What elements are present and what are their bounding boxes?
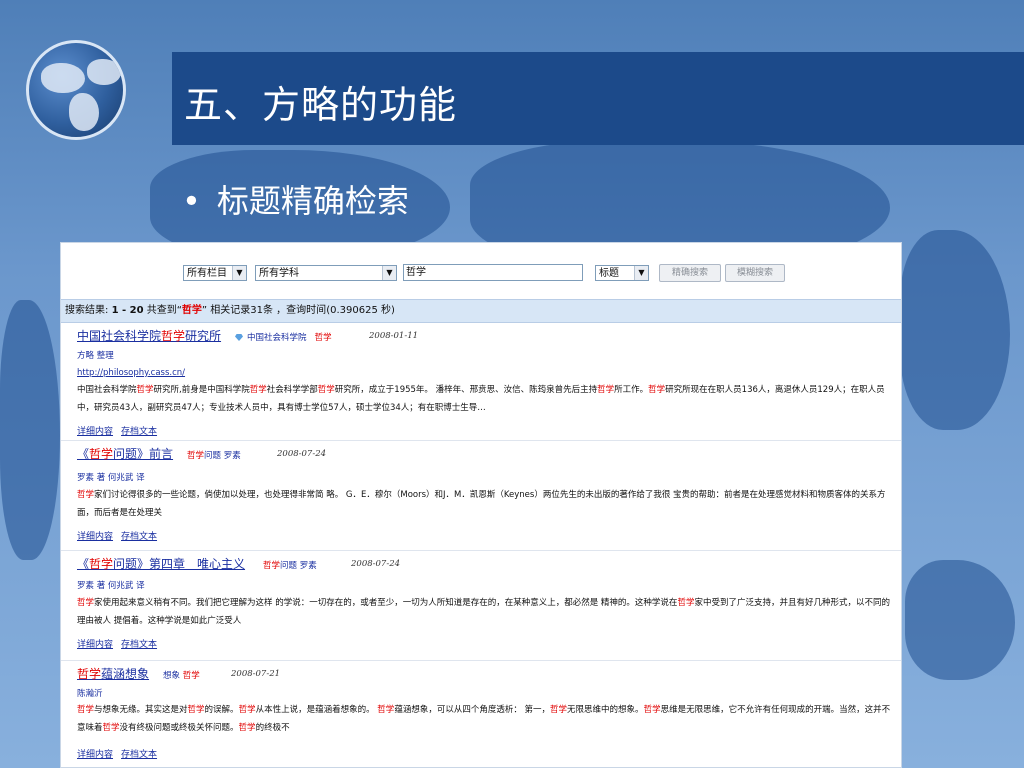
result-title[interactable]: 《哲学问题》第四章 唯心主义 <box>77 555 245 572</box>
detail-link[interactable]: 详细内容 <box>77 750 113 760</box>
subject-select[interactable]: 所有学科 ▼ <box>255 265 397 281</box>
abstract-text: 社会科学学部 <box>266 385 318 395</box>
keyword-highlight: 哲学 <box>377 705 395 715</box>
abstract-text: 研究所,前身是中国科学院 <box>153 385 250 395</box>
summary-term: 哲学 <box>181 305 202 316</box>
column-select[interactable]: 所有栏目 ▼ <box>183 265 247 281</box>
result-authors: 方略 整理 <box>77 351 114 361</box>
result-title[interactable]: 《哲学问题》前言 <box>77 445 173 462</box>
result-links: 详细内容 存档文本 <box>77 747 165 760</box>
result-meta: 哲学问题 罗素 <box>187 451 241 461</box>
chevron-down-icon: ▼ <box>382 266 396 280</box>
result-date: 2008-07-24 <box>351 559 401 569</box>
summary-prefix: 搜索结果: <box>65 305 112 316</box>
map-decoration <box>900 230 1010 430</box>
abstract-text: 中国社会科学院 <box>77 385 137 395</box>
keyword-highlight: 哲学 <box>648 385 666 395</box>
abstract-text: 没有终极问题或终极关怀问题。 <box>119 723 239 733</box>
abstract-text: 蕴涵想象，可以从四个角度透析： 第一， <box>394 705 551 715</box>
detail-link[interactable]: 详细内容 <box>77 532 113 542</box>
keyword-highlight: 哲学 <box>238 705 256 715</box>
map-decoration <box>0 300 60 560</box>
result-authors: 罗素 著 何兆武 译 <box>77 473 145 483</box>
result-abstract: 哲学与想象无缘。其实这是对哲学的误解。哲学从本性上说，是蕴涵着想象的。 哲学蕴涵… <box>77 701 892 737</box>
keyword-highlight: 哲学 <box>597 385 615 395</box>
keyword-highlight: 哲学 <box>317 385 335 395</box>
result-url[interactable]: http://philosophy.cass.cn/ <box>77 368 185 378</box>
abstract-text: 家使用起来意义稍有不同。我们把它理解为这样 的学说：一切存在的，或者至少，一切为… <box>94 598 678 608</box>
result-abstract: 中国社会科学院哲学研究所,前身是中国科学院哲学社会科学学部哲学研究所，成立于19… <box>77 381 892 417</box>
summary-time: (0.390625 秒) <box>326 305 395 316</box>
result-links: 详细内容 存档文本 <box>77 529 165 542</box>
archive-link[interactable]: 存档文本 <box>121 640 157 650</box>
detail-link[interactable]: 详细内容 <box>77 427 113 437</box>
abstract-text: 与想象无缘。其实这是对 <box>94 705 188 715</box>
bullet-text: 标题精确检索 <box>216 182 409 220</box>
abstract-text: 的误解。 <box>204 705 239 715</box>
result-item: 《哲学问题》前言 哲学问题 罗素 2008-07-24 罗素 著 何兆武 译 哲… <box>61 441 901 551</box>
archive-link[interactable]: 存档文本 <box>121 427 157 437</box>
column-select-value: 所有栏目 <box>187 268 227 279</box>
result-date: 2008-07-24 <box>277 449 327 459</box>
field-select[interactable]: 标题 ▼ <box>595 265 649 281</box>
keyword-highlight: 哲学 <box>77 490 95 500</box>
chevron-down-icon: ▼ <box>634 266 648 280</box>
abstract-text: 的终极不 <box>255 723 290 733</box>
summary-found: 共查到“ <box>143 305 182 316</box>
field-select-value: 标题 <box>599 268 619 279</box>
abstract-text: 无限思维中的想象。 <box>567 705 644 715</box>
result-date: 2008-01-11 <box>369 331 419 341</box>
map-decoration <box>905 560 1015 680</box>
result-abstract: 哲学家们讨论得很多的一些论题，倘使加以处理，也处理得非常简 略。 G．E．穆尔（… <box>77 486 892 522</box>
results-summary: 搜索结果: 1 - 20 共查到“哲学” 相关记录31条 ，查询时间(0.390… <box>61 299 901 323</box>
detail-link[interactable]: 详细内容 <box>77 640 113 650</box>
summary-records: ” 相关记录31条 ，查询时间 <box>201 305 327 316</box>
abstract-text: 从本性上说，是蕴涵着想象的。 <box>255 705 378 715</box>
chevron-down-icon: ▼ <box>232 266 246 280</box>
result-item: 《哲学问题》第四章 唯心主义 哲学问题 罗素 2008-07-24 罗素 著 何… <box>61 551 901 661</box>
result-abstract: 哲学家使用起来意义稍有不同。我们把它理解为这样 的学说：一切存在的，或者至少，一… <box>77 594 892 630</box>
result-title[interactable]: 中国社会科学院哲学研究所 <box>77 327 221 344</box>
result-links: 详细内容 存档文本 <box>77 424 165 437</box>
keyword-highlight: 哲学 <box>550 705 568 715</box>
keyword-highlight: 哲学 <box>102 723 120 733</box>
result-item: 哲学蕴涵想象 想象 哲学 2008-07-21 陈瀚沂 哲学与想象无缘。其实这是… <box>61 661 901 767</box>
result-title[interactable]: 哲学蕴涵想象 <box>77 665 149 682</box>
exact-search-button[interactable]: 精确搜索 <box>659 264 721 282</box>
globe-logo <box>26 40 126 140</box>
search-input[interactable]: 哲学 <box>403 264 583 281</box>
keyword-highlight: 哲学 <box>677 598 695 608</box>
result-date: 2008-07-21 <box>231 669 281 679</box>
result-links: 详细内容 存档文本 <box>77 637 165 650</box>
result-authors: 陈瀚沂 <box>77 689 103 699</box>
abstract-text: 所工作。 <box>614 385 649 395</box>
keyword-highlight: 哲学 <box>77 705 95 715</box>
keyword-highlight: 哲学 <box>238 723 256 733</box>
keyword-highlight: 哲学 <box>187 705 205 715</box>
keyword-highlight: 哲学 <box>77 598 95 608</box>
result-meta: 想象 哲学 <box>163 671 200 681</box>
slide-bullet: • 标题精确检索 <box>182 176 409 222</box>
result-meta: 哲学问题 罗素 <box>263 561 317 571</box>
subject-select-value: 所有学科 <box>259 268 299 279</box>
keyword-highlight: 哲学 <box>249 385 267 395</box>
slide-title: 五、方略的功能 <box>184 83 458 127</box>
gem-icon <box>235 334 243 341</box>
fuzzy-search-button[interactable]: 模糊搜索 <box>725 264 785 282</box>
archive-link[interactable]: 存档文本 <box>121 750 157 760</box>
search-bar: 所有栏目 ▼ 所有学科 ▼ 哲学 标题 ▼ 精确搜索 模糊搜索 <box>61 243 901 297</box>
abstract-text: 家们讨论得很多的一些论题，倘使加以处理，也处理得非常简 略。 G．E．穆尔（Mo… <box>77 490 886 518</box>
search-screenshot: 所有栏目 ▼ 所有学科 ▼ 哲学 标题 ▼ 精确搜索 模糊搜索 搜索结果: 1 - 2… <box>60 242 902 768</box>
keyword-highlight: 哲学 <box>643 705 661 715</box>
bullet-dot: • <box>182 182 201 220</box>
result-authors: 罗素 著 何兆武 译 <box>77 581 145 591</box>
abstract-text: 研究所，成立于1955年。 潘梓年、邢贲思、汝信、陈筠泉曾先后主持 <box>334 385 598 395</box>
summary-range: 1 - 20 <box>111 305 144 316</box>
result-item: 中国社会科学院哲学研究所 中国社会科学院 哲学 2008-01-11 方略 整理… <box>61 323 901 441</box>
archive-link[interactable]: 存档文本 <box>121 532 157 542</box>
keyword-highlight: 哲学 <box>136 385 154 395</box>
result-meta: 中国社会科学院 哲学 <box>235 331 332 343</box>
